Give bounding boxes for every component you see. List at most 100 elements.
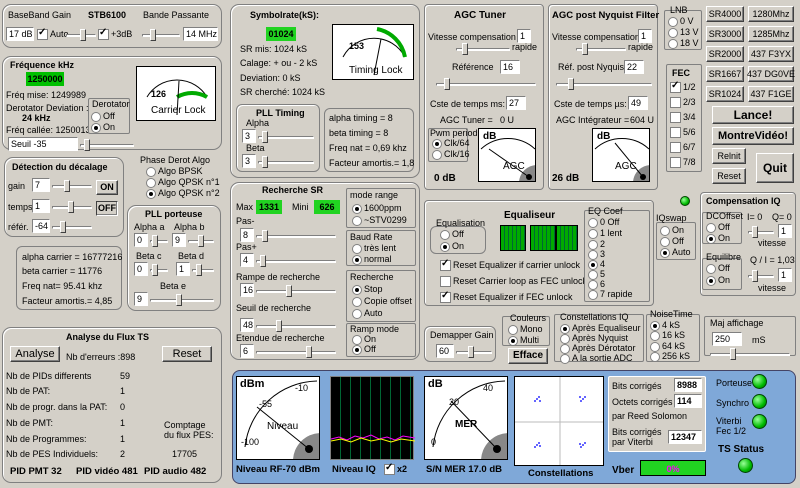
- quit-button[interactable]: Quit: [756, 153, 794, 183]
- relnit-button[interactable]: Relnit: [712, 148, 746, 164]
- fec-option[interactable]: 3/4: [670, 112, 696, 123]
- agct-vit-slider[interactable]: [456, 43, 510, 55]
- const-after-derot[interactable]: Après Dérotator: [560, 343, 636, 354]
- analyse-button[interactable]: Analyse: [10, 346, 60, 362]
- baud-normal[interactable]: normal: [352, 254, 392, 265]
- detect-refer-field[interactable]: -64: [32, 219, 50, 233]
- eq-coef-option[interactable]: 6: [588, 279, 605, 290]
- preset-sr4000[interactable]: SR4000: [706, 6, 744, 22]
- agcn-vit-field[interactable]: 1: [638, 29, 652, 43]
- reset-eq-carrier-checkbox[interactable]: Reset Equalizer if carrier unlock: [440, 258, 580, 271]
- rech-stop[interactable]: Stop: [352, 284, 383, 295]
- pwm-clk16[interactable]: Clk/16: [432, 149, 470, 160]
- equilibre-off[interactable]: Off: [706, 263, 730, 274]
- maj-slider[interactable]: [710, 348, 790, 360]
- couleurs-multi[interactable]: Multi: [508, 335, 539, 346]
- detect-temps-slider[interactable]: [52, 201, 92, 213]
- phase-qpsk2[interactable]: Algo QPSK n°2: [146, 188, 220, 199]
- detect-temps-field[interactable]: 1: [32, 199, 50, 213]
- x2-checkbox[interactable]: x2: [384, 462, 407, 475]
- demapper-field[interactable]: 60: [436, 344, 454, 358]
- comp-vit1-field[interactable]: 1: [778, 224, 792, 238]
- beta-c-slider[interactable]: [150, 264, 168, 276]
- plus3db-checkbox[interactable]: +3dB: [98, 27, 132, 40]
- seuil-rech-field[interactable]: 48: [240, 318, 254, 332]
- noise-option[interactable]: 256 kS: [650, 351, 690, 362]
- couleurs-mono[interactable]: Mono: [508, 324, 543, 335]
- preset-sr3000[interactable]: SR3000: [706, 26, 744, 42]
- ramp-off[interactable]: Off: [352, 344, 376, 355]
- timing-beta-slider[interactable]: [258, 156, 314, 168]
- fec-option[interactable]: 2/3: [670, 97, 696, 108]
- etendue-slider[interactable]: [256, 346, 336, 358]
- equilibre-on[interactable]: On: [706, 275, 730, 286]
- gain-select[interactable]: 17 dB: [6, 27, 34, 41]
- preset-sr1024[interactable]: SR1024: [706, 86, 744, 102]
- reset-carrier-fec-checkbox[interactable]: Reset Carrier loop as FEC unlock: [440, 276, 587, 287]
- lnb-0v[interactable]: 0 V: [668, 16, 694, 27]
- agcn-vit-slider[interactable]: [576, 43, 626, 55]
- phase-qpsk1[interactable]: Algo QPSK n°1: [146, 177, 220, 188]
- preset-1280[interactable]: 1280Mhz: [748, 6, 794, 22]
- fec-option[interactable]: 6/7: [670, 142, 696, 153]
- eq-coef-option[interactable]: 2: [588, 239, 605, 250]
- const-adc[interactable]: A la sortie ADC: [560, 353, 633, 364]
- eq-coef-option[interactable]: 3: [588, 249, 605, 260]
- eq-coef-option[interactable]: 7 rapide: [588, 289, 633, 300]
- noise-option[interactable]: 64 kS: [650, 341, 685, 352]
- pas-minus-slider[interactable]: [256, 230, 336, 242]
- fec-option[interactable]: 7/8: [670, 157, 696, 168]
- beta-e-slider[interactable]: [150, 294, 214, 306]
- bandwidth-slider[interactable]: [142, 29, 180, 41]
- detect-gain-field[interactable]: 7: [32, 178, 50, 192]
- detect-refer-slider[interactable]: [52, 221, 92, 233]
- etendue-field[interactable]: 6: [240, 344, 254, 358]
- pas-plus-field[interactable]: 4: [240, 253, 254, 267]
- preset-dg0ve[interactable]: 437 DG0VE: [747, 66, 795, 82]
- alpha-b-slider[interactable]: [188, 235, 214, 247]
- agcn-ref-slider[interactable]: [556, 78, 652, 90]
- pas-plus-slider[interactable]: [256, 255, 336, 267]
- reset-button[interactable]: Reset: [712, 168, 746, 184]
- rech-auto[interactable]: Auto: [352, 308, 383, 319]
- ts-reset-button[interactable]: Reset: [162, 346, 212, 362]
- auto-checkbox[interactable]: Auto: [37, 27, 69, 40]
- agct-ref-slider[interactable]: [436, 78, 536, 90]
- alpha-a-field[interactable]: 0: [134, 233, 148, 247]
- preset-sr1667[interactable]: SR1667: [706, 66, 744, 82]
- eq-off[interactable]: Off: [440, 229, 464, 240]
- const-after-nyquist[interactable]: Après Nyquist: [560, 333, 628, 344]
- pas-minus-field[interactable]: 8: [240, 228, 254, 242]
- gain-slider[interactable]: [66, 29, 96, 41]
- iqswap-on[interactable]: On: [660, 225, 684, 236]
- derotator-on[interactable]: On: [91, 122, 115, 133]
- noise-option[interactable]: 4 kS: [650, 320, 680, 331]
- eq-coef-option[interactable]: 0 Off: [588, 217, 619, 228]
- timing-alpha-field[interactable]: 3: [242, 129, 256, 143]
- eq-coef-option[interactable]: 4: [588, 259, 605, 270]
- montre-video-button[interactable]: MontreVidéo!: [712, 127, 794, 145]
- ramp-on[interactable]: On: [352, 334, 376, 345]
- lance-button[interactable]: Lance!: [712, 106, 794, 124]
- agct-ref-field[interactable]: 16: [500, 60, 520, 74]
- preset-sr2000[interactable]: SR2000: [706, 46, 744, 62]
- reset-eq-fec-checkbox[interactable]: Reset Equalizer if FEC unlock: [440, 290, 573, 303]
- comp-vit2-slider[interactable]: [748, 270, 774, 282]
- seuil-rech-slider[interactable]: [256, 320, 336, 332]
- beta-d-slider[interactable]: [192, 264, 214, 276]
- eq-on[interactable]: On: [440, 241, 464, 252]
- preset-f1ge[interactable]: 437 F1GE: [748, 86, 794, 102]
- beta-c-field[interactable]: 0: [134, 262, 148, 276]
- demapper-slider[interactable]: [456, 346, 492, 358]
- alpha-a-slider[interactable]: [150, 235, 168, 247]
- noise-option[interactable]: 16 kS: [650, 330, 685, 341]
- agcn-ref-field[interactable]: 22: [624, 60, 644, 74]
- fec-option[interactable]: 1/2: [670, 80, 696, 93]
- efface-button[interactable]: Efface: [508, 348, 548, 364]
- beta-d-field[interactable]: 1: [176, 262, 190, 276]
- detect-off-button[interactable]: OFF: [96, 201, 118, 216]
- detect-on-button[interactable]: ON: [96, 180, 118, 195]
- const-after-eq[interactable]: Après Equaliseur: [560, 323, 641, 334]
- maj-field[interactable]: 250: [712, 332, 742, 346]
- rampe-slider[interactable]: [256, 285, 336, 297]
